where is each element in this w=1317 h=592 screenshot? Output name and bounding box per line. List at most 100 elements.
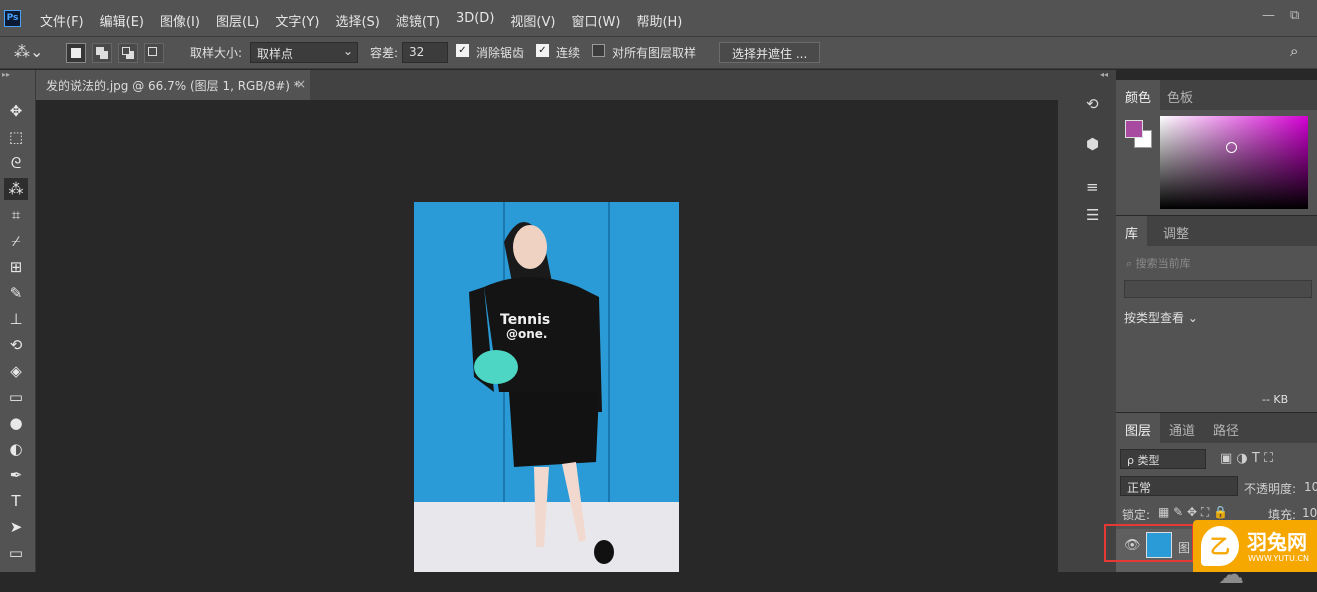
restore-button[interactable]: ⧉ [1290, 8, 1299, 23]
watermark-logo: 乙 羽兔网 WWW.YUTU.CN [1193, 520, 1317, 572]
panel-icon-strip: ◂◂ ⟲ ⬢ ≡ ☰ [1074, 70, 1116, 572]
eyedropper-tool[interactable]: ⌿ [4, 230, 28, 252]
crop-tool[interactable]: ⌗ [4, 204, 28, 226]
document-tab[interactable]: 发的说法的.jpg @ 66.7% (图层 1, RGB/8#) * × [36, 70, 310, 100]
layer-filter-value: ρ 类型 [1127, 454, 1160, 467]
vertical-scrollbar[interactable] [1058, 100, 1074, 572]
tolerance-label: 容差: [370, 46, 399, 60]
blend-mode-select[interactable]: 正常 [1120, 476, 1238, 496]
menu-item[interactable]: 视图(V) [510, 11, 555, 30]
tab-adjustments[interactable]: 调整 [1154, 216, 1198, 246]
type-tool[interactable]: T [4, 490, 28, 512]
intersect-selection-icon[interactable] [144, 43, 164, 63]
menu-item[interactable]: 选择(S) [335, 11, 379, 30]
pen-tool[interactable]: ✒ [4, 464, 28, 486]
view-by-type-dropdown[interactable]: 按类型查看 ⌄ [1124, 309, 1198, 326]
sample-size-value: 取样点 [257, 47, 294, 61]
menu-item[interactable]: 编辑(E) [100, 11, 144, 30]
view-by-type-label: 按类型查看 [1124, 311, 1185, 325]
chevron-down-icon: ⌄ [342, 44, 353, 58]
opacity-label: 不透明度: [1244, 482, 1297, 496]
menu-item[interactable]: 窗口(W) [571, 11, 620, 30]
svg-text:Tennis: Tennis [500, 312, 550, 328]
magic-wand-tool[interactable]: ⁂ [4, 178, 28, 200]
library-panel: 库 调整 ⌕ 搜索当前库 按类型查看 ⌄ ☁ -- KB [1116, 216, 1317, 590]
close-icon[interactable]: × [296, 77, 306, 91]
color-picker-field[interactable] [1160, 116, 1308, 209]
path-selection-tool[interactable]: ➤ [4, 516, 28, 538]
library-search-placeholder: 搜索当前库 [1135, 257, 1191, 270]
menu-bar: Ps 文件(F) 编辑(E) 图像(I) 图层(L) 文字(Y) 选择(S) 滤镜(T) 3D… [0, 0, 1317, 37]
dodge-tool[interactable]: ◐ [4, 438, 28, 460]
document-image[interactable]: Tennis @one. [414, 202, 679, 572]
gradient-tool[interactable]: ▭ [4, 386, 28, 408]
fill-value[interactable]: 100 [1302, 506, 1317, 520]
sample-all-layers-label: 对所有图层取样 [612, 46, 697, 60]
lock-label: 锁定: [1122, 508, 1151, 522]
contiguous-checkbox[interactable]: ✓ [536, 44, 549, 57]
stamp-tool[interactable]: ⊥ [4, 308, 28, 330]
svg-text:@one.: @one. [506, 327, 547, 341]
antialias-checkbox[interactable]: ✓ [456, 44, 469, 57]
tolerance-input[interactable]: 32 [402, 42, 448, 63]
foreground-color-swatch[interactable] [1125, 120, 1143, 138]
history-brush-tool[interactable]: ⟲ [4, 334, 28, 356]
rabbit-logo-icon: 乙 [1201, 526, 1239, 566]
shape-tool[interactable]: ▭ [4, 542, 28, 564]
eraser-tool[interactable]: ◈ [4, 360, 28, 382]
tools-panel: ▸▸ ✥ ⬚ ᘓ ⁂ ⌗ ⌿ ⊞ ✎ ⊥ ⟲ ◈ ▭ ● ◐ ✒ T ➤ ▭ [0, 70, 36, 572]
document-tab-bar: 发的说法的.jpg @ 66.7% (图层 1, RGB/8#) * × [36, 70, 1074, 100]
move-tool[interactable]: ✥ [4, 100, 28, 122]
menu-item[interactable]: 图层(L) [216, 11, 259, 30]
minimize-button[interactable]: — [1262, 8, 1275, 23]
sample-size-select[interactable]: 取样点 ⌄ [250, 42, 358, 63]
collapse-icon[interactable]: ▸▸ [2, 70, 10, 79]
tab-swatches[interactable]: 色板 [1158, 80, 1202, 110]
subtract-selection-icon[interactable] [118, 43, 138, 63]
watermark-url: WWW.YUTU.CN [1248, 554, 1309, 563]
3d-icon[interactable]: ⬢ [1086, 135, 1099, 153]
highlight-box [1104, 524, 1194, 562]
search-icon[interactable]: ⌕ [1290, 42, 1298, 60]
marquee-tool[interactable]: ⬚ [4, 126, 28, 148]
search-icon: ⌕ [1126, 257, 1136, 270]
lock-icons[interactable]: ▦ ✎ ✥ ⛶ 🔒 [1158, 505, 1228, 520]
library-dropdown[interactable] [1124, 280, 1312, 298]
menu-item[interactable]: 文字(Y) [275, 11, 319, 30]
add-selection-icon[interactable] [92, 43, 112, 63]
sample-size-label: 取样大小: [190, 46, 243, 60]
collapse-icon[interactable]: ◂◂ [1100, 70, 1108, 79]
lasso-tool[interactable]: ᘓ [4, 152, 28, 174]
library-search-input[interactable]: ⌕ 搜索当前库 [1124, 252, 1312, 274]
tab-color[interactable]: 颜色 [1116, 80, 1161, 110]
antialias-label: 消除锯齿 [476, 46, 525, 60]
sample-all-layers-checkbox[interactable] [592, 44, 605, 57]
menu-item[interactable]: 帮助(H) [636, 11, 682, 30]
tool-presets-icon[interactable]: ☰ [1086, 206, 1099, 224]
blend-mode-value: 正常 [1127, 481, 1152, 495]
healing-tool[interactable]: ⊞ [4, 256, 28, 278]
select-and-mask-button[interactable]: 选择并遮住 ... [719, 42, 821, 63]
magic-wand-icon[interactable]: ⁂⌄ [14, 42, 43, 61]
menu-item[interactable]: 3D(D) [456, 11, 494, 30]
brush-settings-icon[interactable]: ≡ [1086, 178, 1099, 196]
watermark-text: 羽兔网 [1247, 530, 1307, 554]
tab-channels[interactable]: 通道 [1160, 413, 1204, 443]
menu-item[interactable]: 图像(I) [160, 11, 200, 30]
layer-filter-icons[interactable]: ▣ ◑ T ⛶ [1220, 451, 1273, 466]
blur-tool[interactable]: ● [4, 412, 28, 434]
opacity-value[interactable]: 100 [1304, 480, 1317, 494]
new-selection-icon[interactable] [66, 43, 86, 63]
photoshop-logo: Ps [4, 10, 21, 27]
tab-library[interactable]: 库 [1116, 216, 1148, 246]
menu-items: 文件(F) 编辑(E) 图像(I) 图层(L) 文字(Y) 选择(S) 滤镜(T) 3D(D)… [40, 11, 698, 30]
history-icon[interactable]: ⟲ [1086, 95, 1099, 113]
layer-filter-select[interactable]: ρ 类型 [1120, 449, 1206, 469]
tab-paths[interactable]: 路径 [1204, 413, 1248, 443]
contiguous-label: 连续 [556, 46, 581, 60]
brush-tool[interactable]: ✎ [4, 282, 28, 304]
tab-layers[interactable]: 图层 [1116, 413, 1161, 443]
color-picker-marker[interactable] [1226, 142, 1237, 153]
menu-item[interactable]: 文件(F) [40, 11, 84, 30]
menu-item[interactable]: 滤镜(T) [396, 11, 440, 30]
